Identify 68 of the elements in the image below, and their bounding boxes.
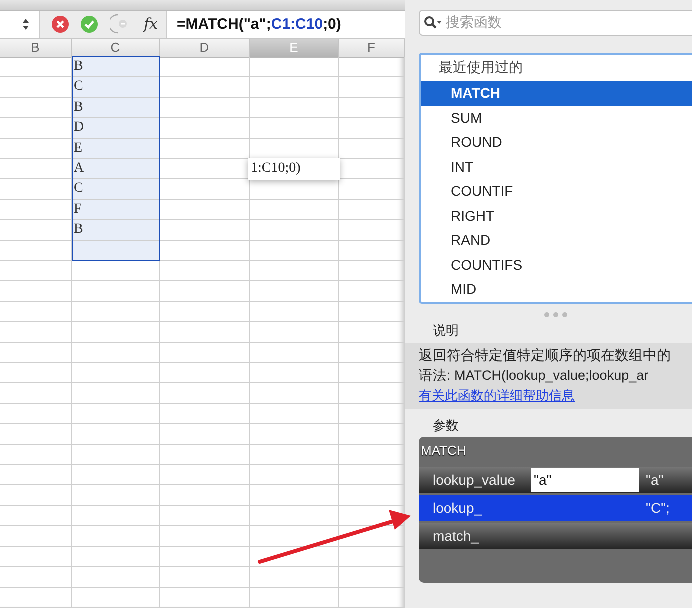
function-button[interactable]: fx <box>144 15 158 34</box>
section-heading: 说明 <box>432 323 460 340</box>
function-item[interactable]: SUM <box>421 106 692 130</box>
function-item[interactable]: MID <box>421 277 692 302</box>
stepper-icon[interactable] <box>23 18 29 30</box>
table-cell <box>0 444 72 466</box>
function-item[interactable]: INT <box>421 154 692 179</box>
column-header[interactable]: D <box>160 38 250 58</box>
table-cell <box>0 546 72 568</box>
table-cell <box>0 424 72 445</box>
function-item[interactable]: COUNTIFS <box>421 252 692 277</box>
table-cell <box>0 322 72 343</box>
description-text: 返回符合特定值特定顺序的项在数组中的 <box>419 347 672 365</box>
table-cell <box>0 77 72 98</box>
function-item[interactable]: RAND <box>421 228 692 252</box>
function-item[interactable]: RIGHT <box>421 204 692 228</box>
search-field[interactable]: 搜索函数 <box>419 10 692 36</box>
splitter-handle-icon[interactable] <box>544 312 568 318</box>
table-cell <box>0 240 72 262</box>
table-cell <box>0 261 72 282</box>
table-cell <box>0 526 72 547</box>
table-cell <box>0 404 72 424</box>
table-cell <box>0 179 72 200</box>
table-cell <box>0 200 72 220</box>
table-cell <box>0 465 72 486</box>
table-cell <box>0 158 72 180</box>
table-cell: E <box>72 138 160 159</box>
function-item[interactable]: MATCH <box>421 81 692 106</box>
cancel-icon[interactable] <box>52 16 69 33</box>
table-cell <box>0 485 72 506</box>
table-cell <box>0 383 72 404</box>
table-cell <box>0 118 72 139</box>
argument-row[interactable]: match_ <box>419 523 692 549</box>
column-header[interactable]: F <box>339 38 405 58</box>
argument-field[interactable]: "a" <box>531 468 639 492</box>
table-cell: D <box>72 118 160 139</box>
table-cell <box>0 363 72 384</box>
table-cell: B <box>72 220 160 241</box>
help-link[interactable]: 有关此函数的详细帮助信息 <box>419 387 575 405</box>
argument-row[interactable]: lookup_ "C"; <box>419 495 692 521</box>
table-cell <box>0 220 72 241</box>
confirm-icon[interactable] <box>81 16 98 33</box>
table-cell <box>0 342 72 364</box>
argument-row[interactable]: lookup_value "a" "a" <box>419 467 692 493</box>
table-cell: C <box>72 77 160 98</box>
table-cell <box>0 506 72 526</box>
description-text: 语法: MATCH(lookup_value;lookup_ar <box>419 367 650 385</box>
table-cell <box>0 567 72 588</box>
table-cell: B <box>72 56 160 78</box>
table-cell: C <box>72 179 160 200</box>
section-heading: 参数 <box>432 418 460 435</box>
table-cell <box>0 56 72 78</box>
function-item[interactable]: COUNTIF <box>421 179 692 204</box>
table-cell <box>0 588 72 608</box>
formula-field[interactable]: =MATCH("a";C1:C10;0) <box>166 10 405 38</box>
table-cell: B <box>72 98 160 118</box>
function-item[interactable]: ROUND <box>421 130 692 154</box>
search-icon <box>424 16 442 30</box>
table-cell <box>0 98 72 118</box>
function-name: MATCH <box>421 443 466 458</box>
table-cell: F <box>72 200 160 220</box>
cell-editor[interactable]: 1:C10;0) <box>248 158 340 180</box>
table-cell <box>0 281 72 302</box>
table-cell <box>0 138 72 159</box>
list-heading: 最近使用过的 <box>438 59 524 78</box>
table-cell <box>0 302 72 322</box>
table-cell: A <box>72 158 160 180</box>
column-header[interactable]: B <box>0 38 72 58</box>
